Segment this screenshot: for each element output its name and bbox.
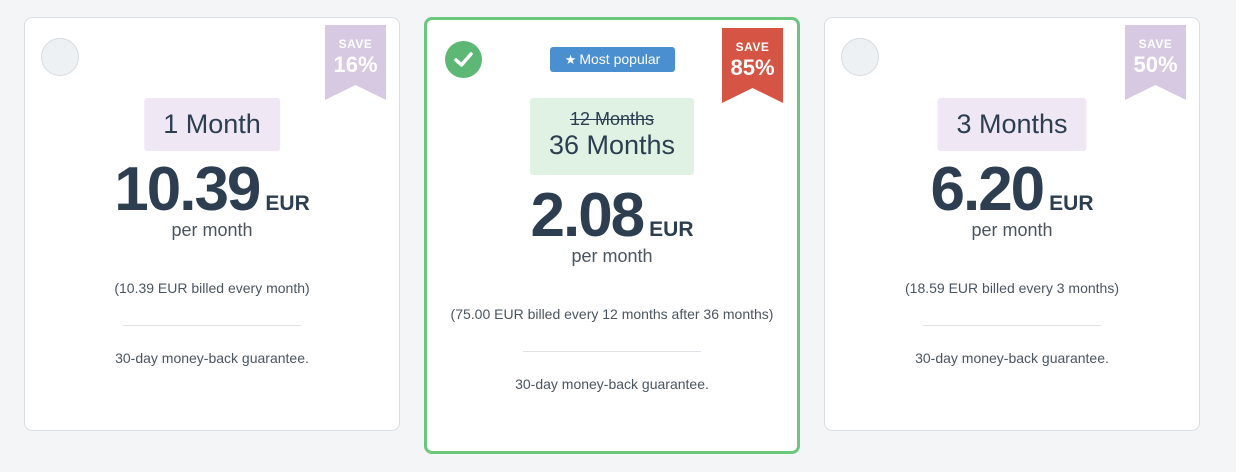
price-currency: EUR [1049,192,1094,215]
plan-term: 1 Month [144,98,280,151]
save-ribbon: SAVE 16% [325,25,386,100]
price-period: per month [171,220,253,240]
checkmark-icon[interactable] [445,41,482,78]
save-percent: 85% [730,55,775,80]
most-popular-badge: ★ Most popular [550,47,675,72]
price-currency: EUR [649,218,694,241]
plan-price: 2.08 EUR [427,180,797,251]
plan-radio-unselected[interactable] [841,38,879,76]
plan-price: 10.39 EUR [25,154,399,225]
billing-note: (18.59 EUR billed every 3 months) [905,280,1119,296]
save-ribbon: SAVE 85% [722,28,783,103]
divider [123,325,301,326]
price-period: per month [971,220,1053,240]
price-amount: 10.39 [114,155,261,224]
price-currency: EUR [265,192,310,215]
guarantee-text: 30-day money-back guarantee. [515,376,709,392]
price-amount: 2.08 [530,181,645,250]
guarantee-text: 30-day money-back guarantee. [915,350,1109,366]
price-amount: 6.20 [930,155,1045,224]
star-icon: ★ [564,52,577,67]
plan-radio-unselected[interactable] [41,38,79,76]
save-label: SAVE [338,37,373,51]
divider [523,351,701,352]
billing-note: (75.00 EUR billed every 12 months after … [450,306,774,322]
plan-price: 6.20 EUR [825,154,1199,225]
plan-card-36-months[interactable]: ★ Most popular SAVE 85% 12 Months 36 Mont… [424,17,800,454]
save-percent: 16% [333,52,378,77]
divider [923,325,1101,326]
price-period: per month [571,246,653,266]
plan-term-box: 12 Months 36 Months [529,98,695,175]
save-percent: 50% [1133,52,1178,77]
plan-card-3-months[interactable]: SAVE 50% 3 Months 6.20 EUR per month (18.… [824,17,1200,431]
billing-note: (10.39 EUR billed every month) [114,280,310,296]
guarantee-text: 30-day money-back guarantee. [115,350,309,366]
save-label: SAVE [1138,37,1173,51]
plan-term-original: 12 Months [569,109,655,129]
plan-term: 3 Months [937,98,1087,151]
badge-label: Most popular [579,51,661,67]
save-ribbon: SAVE 50% [1125,25,1186,100]
plan-term: 36 Months [548,130,676,160]
save-label: SAVE [735,40,770,54]
plan-card-1-month[interactable]: SAVE 16% 1 Month 10.39 EUR per month (10.… [24,17,400,431]
